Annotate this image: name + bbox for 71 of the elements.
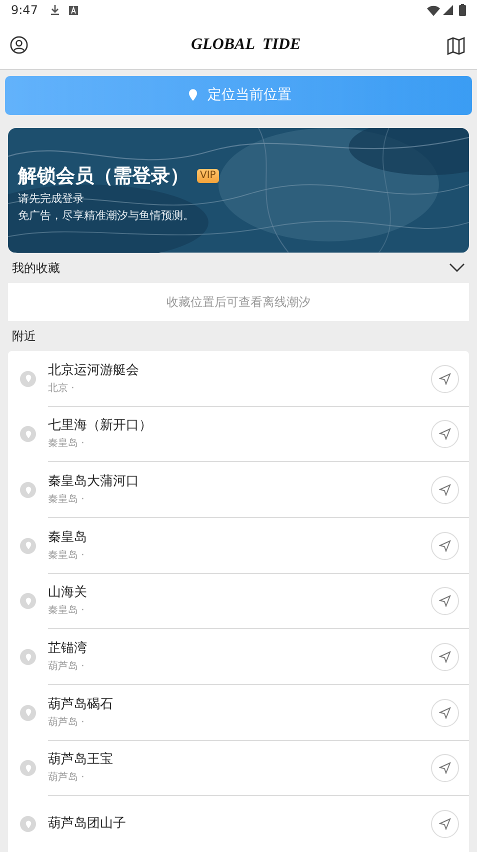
status-time: 9:47 [11, 2, 38, 20]
location-name: 北京运河游艇会 [48, 362, 140, 380]
navigation-arrow-icon [439, 540, 451, 552]
location-pin-icon [24, 652, 32, 662]
location-pin-icon [24, 486, 32, 495]
location-pin-icon [24, 708, 32, 718]
banner-text: 免广告，尽享精准潮汐与鱼情预测。 [18, 208, 195, 224]
navigate-button[interactable] [431, 476, 459, 504]
location-region: 北京 · [48, 382, 76, 396]
location-row[interactable]: 七里海（新开口） 秦皇岛 · [8, 406, 469, 462]
navigate-button[interactable] [431, 587, 459, 616]
location-row[interactable]: 秦皇岛 秦皇岛 · [8, 518, 469, 574]
vip-badge: VIP [197, 169, 219, 184]
navigation-arrow-icon [439, 762, 451, 774]
navigate-button[interactable] [431, 754, 459, 782]
navigation-arrow-icon [439, 651, 451, 664]
section-title: 我的收藏 [12, 260, 60, 277]
app-notification-icon [68, 6, 78, 15]
location-pin-icon [24, 596, 32, 606]
location-name: 葫芦岛团山子 [48, 815, 127, 834]
location-name: 山海关 [48, 584, 88, 602]
navigation-arrow-icon [439, 595, 451, 608]
app-title: GLOBAL TIDE [191, 34, 301, 55]
navigate-button[interactable] [431, 532, 459, 560]
location-region: 葫芦岛 · [48, 716, 86, 730]
profile-icon[interactable] [10, 36, 28, 54]
navigate-button[interactable] [431, 698, 459, 727]
location-row[interactable]: 葫芦岛王宝 葫芦岛 · [8, 740, 469, 796]
location-region: 葫芦岛 · [48, 771, 86, 786]
location-pin-icon [24, 764, 32, 773]
location-name: 葫芦岛王宝 [48, 751, 114, 770]
navigate-button[interactable] [431, 420, 459, 448]
navigation-arrow-icon [439, 428, 451, 440]
location-row[interactable]: 秦皇岛大蒲河口 秦皇岛 · [8, 462, 469, 518]
location-pin-icon [24, 374, 32, 384]
location-row[interactable]: 山海关 秦皇岛 · [8, 574, 469, 630]
banner-title: 解锁会员（需登录） [18, 164, 189, 189]
banner-text: 请先完成登录 [18, 191, 85, 208]
location-name: 七里海（新开口） [48, 417, 153, 436]
location-name: 秦皇岛大蒲河口 [48, 473, 140, 492]
location-name: 秦皇岛 [48, 528, 88, 547]
empty-favorites-text: 收藏位置后可查看离线潮汐 [166, 294, 310, 311]
location-row[interactable]: 北京运河游艇会 北京 · [8, 350, 469, 406]
location-region: 秦皇岛 · [48, 604, 86, 618]
location-region: 秦皇岛 · [48, 493, 86, 508]
wifi-icon [427, 4, 440, 16]
navigation-arrow-icon [439, 484, 451, 496]
location-region: 秦皇岛 · [48, 548, 86, 563]
chevron-icon[interactable] [449, 262, 465, 273]
navigation-arrow-icon [439, 372, 451, 385]
download-icon [50, 5, 60, 16]
location-pin-icon [24, 541, 32, 550]
navigate-button[interactable] [431, 364, 459, 393]
location-region: 秦皇岛 · [48, 437, 86, 452]
map-icon[interactable] [447, 34, 467, 55]
section-title: 附近 [12, 328, 36, 345]
navigation-arrow-icon [439, 818, 451, 830]
vip-banner[interactable]: 解锁会员（需登录） VIP 请先完成登录 免广告，尽享精准潮汐与鱼情预测。 [8, 128, 469, 253]
location-row[interactable]: 葫芦岛碣石 葫芦岛 · [8, 684, 469, 741]
battery-icon [459, 4, 466, 16]
navigate-button[interactable] [431, 810, 459, 838]
location-name: 葫芦岛碣石 [48, 696, 114, 714]
signal-icon [443, 5, 453, 16]
location-pin-icon [24, 430, 32, 439]
navigation-arrow-icon [439, 706, 451, 719]
location-region: 葫芦岛 · [48, 660, 86, 674]
navigate-button[interactable] [431, 643, 459, 672]
location-name: 芷锚湾 [48, 640, 88, 658]
location-row[interactable]: 葫芦岛团山子 [8, 796, 469, 852]
location-pin-icon [24, 820, 32, 829]
location-row[interactable]: 芷锚湾 葫芦岛 · [8, 629, 469, 685]
